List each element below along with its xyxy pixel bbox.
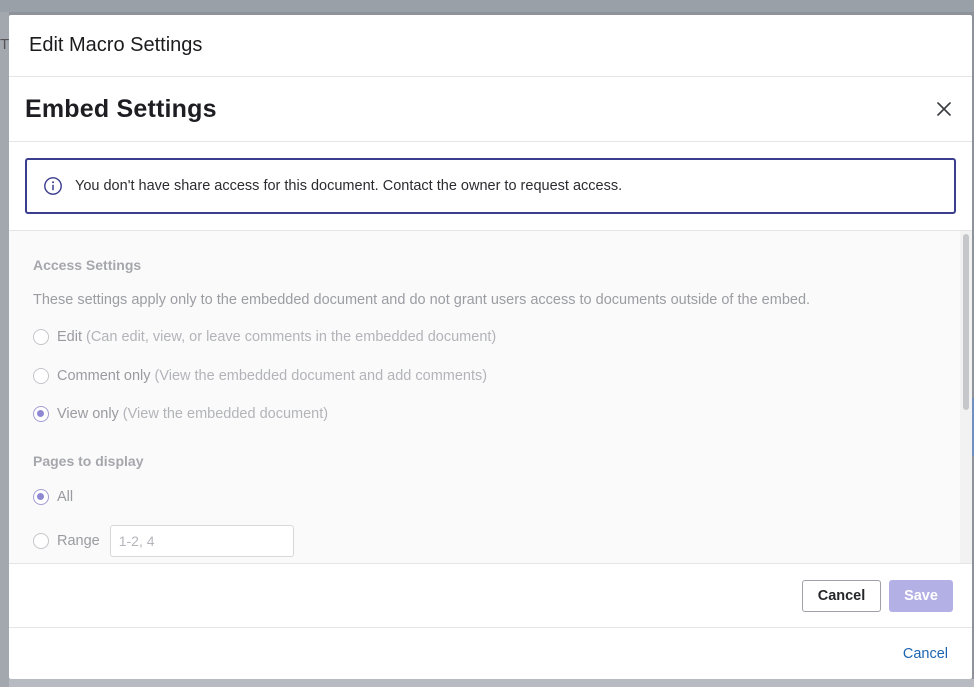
edit-macro-settings-dialog: Edit Macro Settings Embed Settings You d… bbox=[9, 15, 972, 679]
radio-label: Range bbox=[57, 533, 100, 549]
save-button[interactable]: Save bbox=[889, 579, 953, 612]
radio-hint: (View the embedded document) bbox=[122, 406, 329, 422]
share-access-notice: You don't have share access for this doc… bbox=[25, 158, 956, 214]
outer-dialog-header: Edit Macro Settings bbox=[9, 15, 972, 77]
radio-comment-only[interactable]: Comment only (View the embedded document… bbox=[33, 368, 487, 384]
cancel-button[interactable]: Cancel bbox=[802, 579, 881, 612]
radio-hint: (View the embedded document and add comm… bbox=[154, 368, 488, 384]
notice-section: You don't have share access for this doc… bbox=[9, 142, 972, 231]
radio-label: All bbox=[57, 489, 74, 505]
background-text: T bbox=[0, 36, 10, 53]
radio-circle[interactable] bbox=[33, 329, 49, 345]
settings-content[interactable]: Access Settings These settings apply onl… bbox=[9, 231, 972, 563]
radio-label: View only bbox=[57, 406, 119, 422]
background-app-edge: T bbox=[0, 12, 9, 687]
radio-label: Comment only bbox=[57, 368, 151, 384]
close-button[interactable] bbox=[932, 97, 956, 121]
radio-view-only[interactable]: View only (View the embedded document) bbox=[33, 406, 328, 422]
scrollbar-thumb[interactable] bbox=[963, 234, 969, 410]
radio-circle[interactable] bbox=[33, 533, 49, 549]
info-icon bbox=[43, 176, 63, 196]
background-app-bottom bbox=[9, 679, 974, 687]
outer-cancel-link[interactable]: Cancel bbox=[903, 646, 948, 662]
radio-circle[interactable] bbox=[33, 368, 49, 384]
radio-label: Edit bbox=[57, 329, 82, 345]
pages-to-display-title: Pages to display bbox=[33, 453, 144, 469]
access-settings-title: Access Settings bbox=[33, 257, 142, 273]
access-settings-description: These settings apply only to the embedde… bbox=[33, 292, 811, 308]
outer-dialog-footer: Cancel bbox=[9, 627, 972, 679]
radio-pages-all[interactable]: All bbox=[33, 489, 73, 505]
embed-settings-header: Embed Settings bbox=[9, 77, 972, 142]
radio-pages-range[interactable]: Range bbox=[33, 525, 294, 557]
outer-dialog-title: Edit Macro Settings bbox=[29, 34, 203, 56]
background-app-strip bbox=[0, 0, 974, 12]
close-icon bbox=[937, 102, 951, 116]
radio-edit[interactable]: Edit (Can edit, view, or leave comments … bbox=[33, 329, 496, 345]
radio-hint: (Can edit, view, or leave comments in th… bbox=[86, 329, 497, 345]
scrollbar[interactable] bbox=[960, 231, 972, 563]
embed-settings-footer: Cancel Save bbox=[9, 563, 972, 627]
embed-settings-title: Embed Settings bbox=[25, 94, 217, 123]
notice-text: You don't have share access for this doc… bbox=[75, 178, 623, 194]
radio-circle-checked[interactable] bbox=[33, 406, 49, 422]
radio-circle-checked[interactable] bbox=[33, 489, 49, 505]
range-input[interactable] bbox=[109, 525, 294, 557]
embed-settings-dialog: Embed Settings You don't have share acce… bbox=[9, 77, 972, 628]
